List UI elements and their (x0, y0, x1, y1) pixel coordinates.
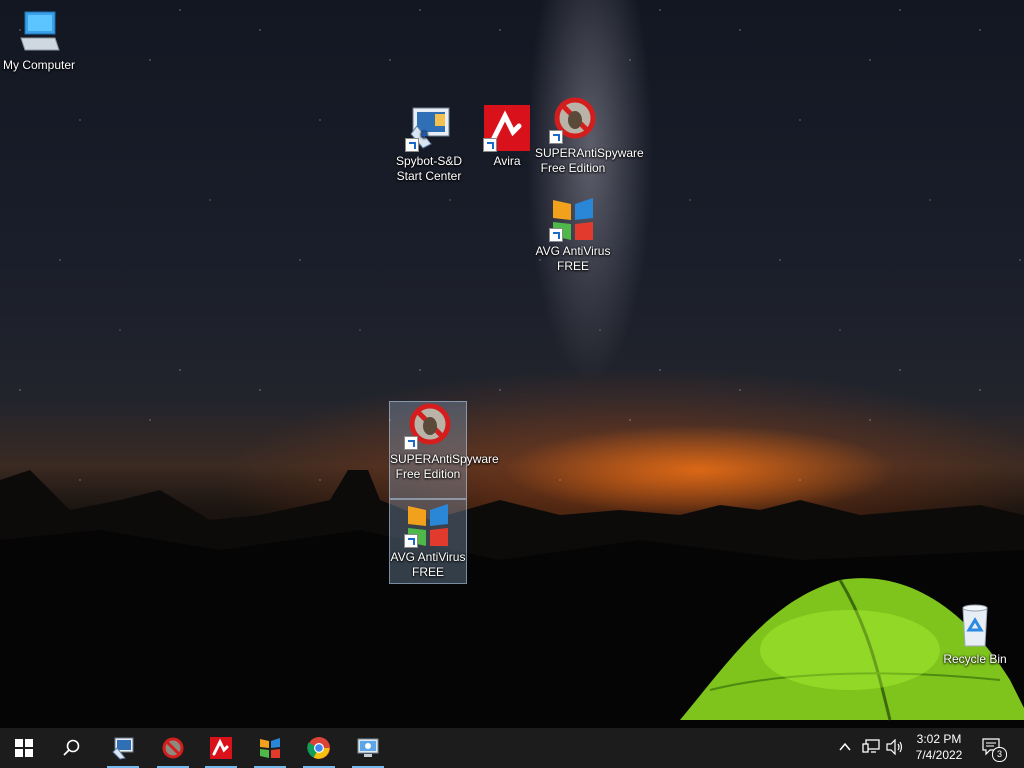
taskbar-clock[interactable]: 3:02 PM 7/4/2022 (904, 731, 974, 763)
icon-label: SUPERAntiSpyware Free Edition (390, 452, 499, 481)
icon-label: AVG AntiVirus FREE (535, 244, 611, 273)
icon-label: Avira (493, 154, 521, 168)
windows-logo-icon (15, 739, 33, 757)
desktop-icon-superantispyware-selected[interactable]: SUPERAntiSpyware Free Edition (389, 401, 499, 499)
icon-label: My Computer (2, 58, 76, 72)
shortcut-arrow-icon (404, 436, 418, 450)
superantispyware-icon (549, 96, 597, 144)
taskbar-avg[interactable] (250, 728, 290, 768)
spybot-icon: ✱ (405, 104, 453, 152)
search-button[interactable] (52, 728, 92, 768)
volume-button[interactable] (886, 738, 904, 758)
superantispyware-icon (404, 402, 452, 450)
speaker-icon (886, 738, 903, 756)
desktop-icon-superantispyware[interactable]: SUPERAntiSpyware Free Edition (535, 96, 644, 176)
computer-icon (15, 8, 63, 56)
avg-icon (260, 738, 280, 758)
shortcut-arrow-icon (404, 534, 418, 548)
taskbar-pc-monitor[interactable] (348, 728, 388, 768)
shortcut-arrow-icon (483, 138, 497, 152)
notification-count-badge: 3 (992, 747, 1007, 762)
desktop-icon-avira[interactable]: Avira (469, 104, 545, 169)
chrome-icon (307, 737, 330, 759)
avg-icon (404, 500, 452, 548)
desktop-icon-avg[interactable]: AVG AntiVirus FREE (535, 194, 611, 274)
clock-date: 7/4/2022 (915, 748, 963, 762)
spybot-icon (112, 737, 134, 760)
taskbar: 3:02 PM 7/4/2022 3 (0, 728, 1024, 768)
avira-icon (483, 104, 531, 152)
show-hidden-icons-button[interactable] (838, 740, 852, 757)
desktop-icon-recycle-bin[interactable]: Recycle Bin (937, 602, 1013, 667)
superantispyware-icon (162, 737, 184, 759)
taskbar-chrome[interactable] (299, 728, 339, 768)
svg-text:✱: ✱ (420, 130, 428, 141)
shortcut-arrow-icon (549, 130, 563, 144)
chevron-up-icon (839, 742, 851, 751)
shortcut-arrow-icon (549, 228, 563, 242)
shortcut-arrow-icon (405, 138, 419, 152)
icon-label: SUPERAntiSpyware Free Edition (535, 146, 644, 175)
starry-sky (0, 0, 1024, 520)
clock-time: 3:02 PM (916, 732, 962, 746)
desktop-icon-my-computer[interactable]: My Computer (1, 8, 77, 73)
icon-label: Spybot-S&D Start Center (395, 154, 463, 183)
recycle-bin-icon (951, 602, 999, 650)
taskbar-superantispyware[interactable] (153, 728, 193, 768)
icon-label: Recycle Bin (943, 652, 1007, 666)
taskbar-avira[interactable] (201, 728, 241, 768)
avira-icon (210, 737, 232, 759)
taskbar-spybot[interactable] (103, 728, 143, 768)
avg-icon (549, 194, 597, 242)
icon-label: AVG AntiVirus FREE (390, 550, 466, 579)
desktop-icon-avg-selected[interactable]: AVG AntiVirus FREE (389, 499, 467, 584)
network-icon (862, 739, 880, 753)
start-button[interactable] (4, 728, 44, 768)
action-center-button[interactable]: 3 (982, 738, 1007, 762)
search-icon (63, 739, 80, 756)
network-button[interactable] (862, 739, 880, 758)
pc-monitor-icon (357, 738, 379, 757)
desktop-icon-spybot[interactable]: ✱ Spybot-S&D Start Center (391, 104, 467, 184)
